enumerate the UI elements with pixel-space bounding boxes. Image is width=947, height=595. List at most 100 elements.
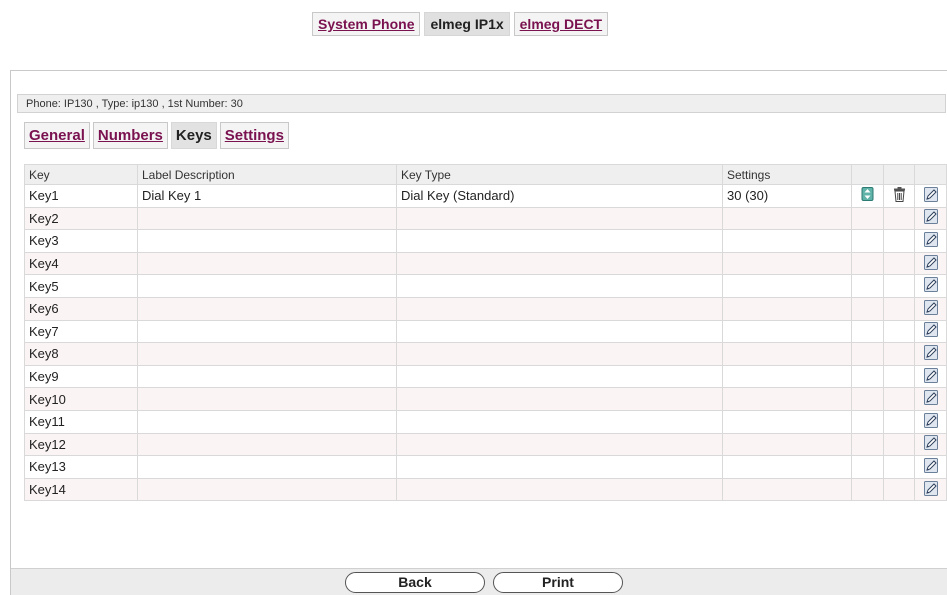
cell-edit [914, 206, 947, 231]
table-row: Key9 [24, 364, 947, 389]
column-header-delete [883, 164, 915, 185]
cell-settings [722, 432, 852, 457]
table-row: Key11 [24, 409, 947, 434]
top-tab-bar: System Phone elmeg IP1x elmeg DECT [312, 12, 609, 36]
column-header-edit [914, 164, 947, 185]
column-header-settings: Settings [722, 164, 852, 185]
cell-key: Key4 [24, 251, 138, 276]
cell-label [137, 409, 397, 434]
cell-edit [914, 409, 947, 434]
column-header-label: Label Description [137, 164, 397, 185]
cell-edit [914, 387, 947, 411]
cell-label [137, 477, 397, 502]
edit-pencil-icon[interactable] [923, 254, 938, 273]
cell-key-type [396, 387, 723, 411]
tab-numbers[interactable]: Numbers [92, 122, 168, 149]
cell-settings [722, 387, 852, 411]
cell-label [137, 432, 397, 457]
cell-settings [722, 409, 852, 434]
column-header-key: Key [24, 164, 138, 185]
cell-delete [883, 477, 915, 502]
cell-move [851, 409, 884, 434]
tab-settings[interactable]: Settings [219, 122, 289, 149]
edit-pencil-icon[interactable] [923, 457, 938, 476]
edit-pencil-icon[interactable] [923, 299, 938, 318]
edit-pencil-icon[interactable] [923, 480, 938, 499]
edit-pencil-icon[interactable] [923, 231, 938, 250]
cell-key-type [396, 274, 723, 298]
cell-move [851, 296, 884, 321]
cell-key: Key2 [24, 206, 138, 231]
cell-key-type [396, 432, 723, 457]
cell-key-type [396, 455, 723, 479]
bottom-button-bar: Back Print [11, 568, 947, 595]
cell-move [851, 432, 884, 457]
cell-delete [883, 319, 915, 344]
cell-key-type [396, 342, 723, 366]
table-row: Key4 [24, 251, 947, 276]
edit-pencil-icon[interactable] [923, 367, 938, 386]
print-button[interactable]: Print [493, 572, 623, 593]
cell-key: Key9 [24, 364, 138, 389]
cell-label [137, 387, 397, 411]
cell-edit [914, 251, 947, 276]
cell-edit [914, 229, 947, 253]
table-row: Key14 [24, 477, 947, 502]
cell-settings [722, 229, 852, 253]
cell-key: Key1 [24, 184, 138, 208]
cell-key-type: Dial Key (Standard) [396, 184, 723, 208]
cell-settings [722, 455, 852, 479]
edit-pencil-icon[interactable] [923, 209, 938, 227]
table-row: Key10 [24, 387, 947, 411]
cell-delete [883, 432, 915, 457]
cell-settings [722, 319, 852, 344]
table-row: Key7 [24, 319, 947, 344]
cell-key: Key11 [24, 409, 138, 434]
cell-key-type [396, 477, 723, 502]
table-row: Key8 [24, 342, 947, 366]
edit-pencil-icon[interactable] [923, 186, 938, 205]
cell-key: Key10 [24, 387, 138, 411]
cell-delete [883, 274, 915, 298]
edit-pencil-icon[interactable] [923, 322, 938, 340]
edit-pencil-icon[interactable] [923, 277, 938, 295]
cell-label [137, 274, 397, 298]
cell-move [851, 184, 884, 208]
table-row: Key1 Dial Key 1 Dial Key (Standard) 30 (30) [24, 184, 947, 208]
trash-icon[interactable] [893, 186, 906, 205]
cell-edit [914, 274, 947, 298]
cell-key: Key12 [24, 432, 138, 457]
edit-pencil-icon[interactable] [923, 344, 938, 363]
cell-move [851, 229, 884, 253]
table-row: Key6 [24, 296, 947, 321]
cell-label [137, 296, 397, 321]
tab-keys[interactable]: Keys [170, 122, 217, 149]
back-button[interactable]: Back [345, 572, 485, 593]
tab-system-phone[interactable]: System Phone [312, 12, 421, 36]
edit-pencil-icon[interactable] [923, 435, 938, 453]
sub-tab-bar: General Numbers Keys Settings [24, 122, 289, 149]
cell-move [851, 364, 884, 389]
edit-pencil-icon[interactable] [923, 390, 938, 408]
tab-elmeg-ip1x[interactable]: elmeg IP1x [424, 12, 510, 36]
cell-edit [914, 319, 947, 344]
cell-label [137, 364, 397, 389]
cell-label [137, 319, 397, 344]
cell-move [851, 274, 884, 298]
cell-delete [883, 409, 915, 434]
edit-pencil-icon[interactable] [923, 412, 938, 431]
tab-elmeg-dect[interactable]: elmeg DECT [513, 12, 609, 36]
tab-general[interactable]: General [24, 122, 90, 149]
cell-label [137, 229, 397, 253]
cell-delete [883, 342, 915, 366]
cell-delete [883, 206, 915, 231]
cell-key: Key6 [24, 296, 138, 321]
cell-settings: 30 (30) [722, 184, 852, 208]
cell-key-type [396, 251, 723, 276]
column-header-move [851, 164, 884, 185]
cell-key-type [396, 296, 723, 321]
cell-delete [883, 229, 915, 253]
cell-edit [914, 477, 947, 502]
cell-settings [722, 477, 852, 502]
move-updown-icon[interactable] [861, 187, 874, 204]
